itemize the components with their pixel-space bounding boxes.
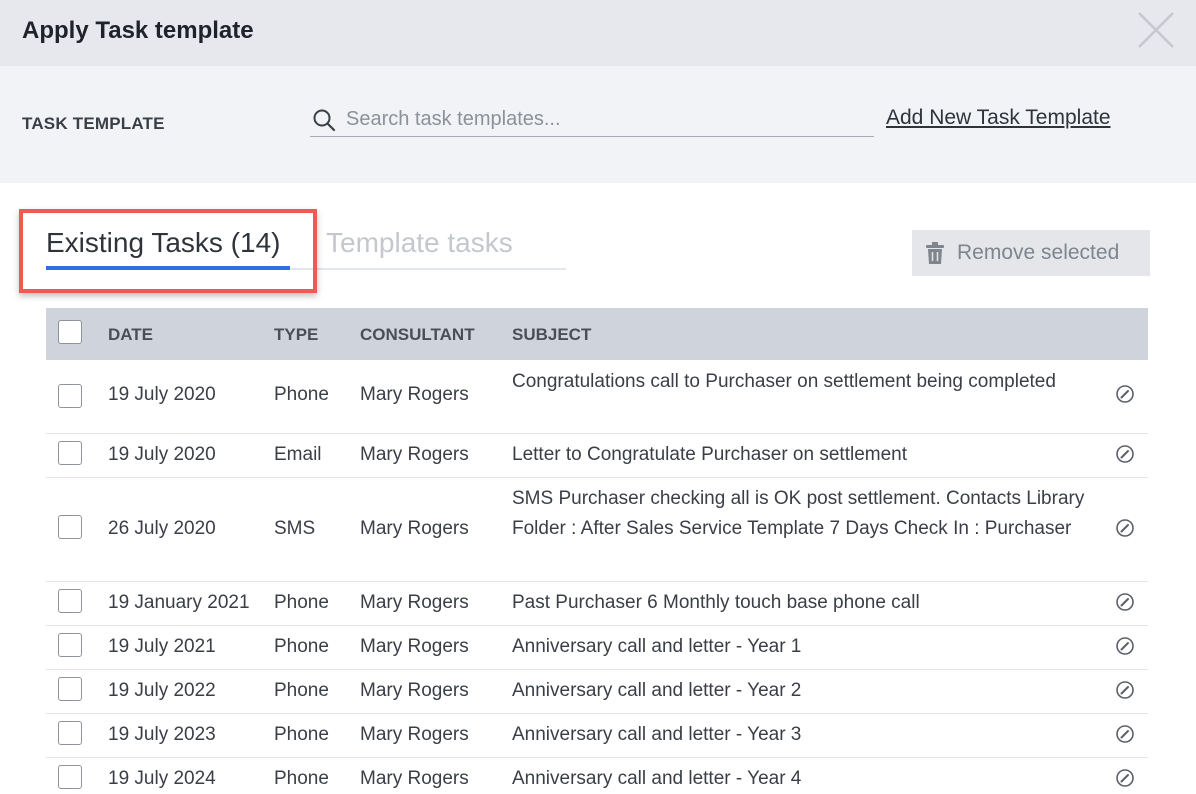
dialog-title: Apply Task template <box>22 17 254 44</box>
select-all-checkbox[interactable] <box>58 320 82 344</box>
row-type: Phone <box>274 592 329 613</box>
row-type: Phone <box>274 680 329 701</box>
edit-icon[interactable] <box>1115 636 1135 656</box>
row-checkbox[interactable] <box>58 515 82 539</box>
row-date: 19 July 2020 <box>108 444 216 465</box>
edit-icon[interactable] <box>1115 680 1135 700</box>
edit-icon[interactable] <box>1115 592 1135 612</box>
table-row: 19 July 2022 Phone Mary Rogers Anniversa… <box>46 670 1148 714</box>
task-template-label: TASK TEMPLATE <box>22 114 165 133</box>
row-consultant: Mary Rogers <box>360 518 469 539</box>
row-consultant: Mary Rogers <box>360 724 469 745</box>
table-row: 26 July 2020 SMS Mary Rogers SMS Purchas… <box>46 478 1148 582</box>
row-type: Phone <box>274 768 329 789</box>
edit-icon[interactable] <box>1115 518 1135 538</box>
column-header-date[interactable]: DATE <box>108 325 153 345</box>
row-subject: Letter to Congratulate Purchaser on sett… <box>512 444 908 465</box>
row-date: 19 July 2020 <box>108 384 216 405</box>
table-row: 19 January 2021 Phone Mary Rogers Past P… <box>46 582 1148 626</box>
edit-icon[interactable] <box>1115 724 1135 744</box>
row-date: 19 January 2021 <box>108 592 250 613</box>
table-row: 19 July 2020 Phone Mary Rogers Congratul… <box>46 360 1148 434</box>
table-row: 19 July 2023 Phone Mary Rogers Anniversa… <box>46 714 1148 758</box>
row-subject: Congratulations call to Purchaser on set… <box>512 371 1056 392</box>
edit-icon[interactable] <box>1115 384 1135 404</box>
dialog-header: Apply Task template <box>0 0 1196 66</box>
search-box[interactable] <box>310 102 874 137</box>
row-checkbox[interactable] <box>58 721 82 745</box>
row-checkbox[interactable] <box>58 384 82 408</box>
edit-icon[interactable] <box>1115 768 1135 788</box>
row-subject: SMS Purchaser checking all is OK post se… <box>512 488 1085 539</box>
table-header: DATE TYPE CONSULTANT SUBJECT <box>46 308 1148 360</box>
column-header-consultant[interactable]: CONSULTANT <box>360 325 475 345</box>
table-row: 19 July 2021 Phone Mary Rogers Anniversa… <box>46 626 1148 670</box>
row-subject: Anniversary call and letter - Year 3 <box>512 724 802 745</box>
row-consultant: Mary Rogers <box>360 680 469 701</box>
task-template-bar: TASK TEMPLATE Add New Task Template <box>0 66 1196 183</box>
row-type: SMS <box>274 518 316 539</box>
row-checkbox[interactable] <box>58 677 82 701</box>
row-type: Phone <box>274 636 329 657</box>
row-subject: Anniversary call and letter - Year 2 <box>512 680 802 701</box>
row-date: 19 July 2024 <box>108 768 216 789</box>
row-subject: Past Purchaser 6 Monthly touch base phon… <box>512 592 920 613</box>
row-subject: Anniversary call and letter - Year 4 <box>512 768 802 789</box>
edit-icon[interactable] <box>1115 444 1135 464</box>
trash-icon <box>926 242 944 264</box>
add-new-task-template-link[interactable]: Add New Task Template <box>886 106 1111 130</box>
tab-divider <box>290 268 566 270</box>
row-date: 19 July 2021 <box>108 636 216 657</box>
row-date: 19 July 2022 <box>108 680 216 701</box>
row-consultant: Mary Rogers <box>360 444 469 465</box>
row-date: 26 July 2020 <box>108 518 216 539</box>
row-consultant: Mary Rogers <box>360 768 469 789</box>
highlight-box <box>19 209 317 293</box>
row-type: Email <box>274 444 322 465</box>
row-consultant: Mary Rogers <box>360 384 469 405</box>
table-row: 19 July 2020 Email Mary Rogers Letter to… <box>46 434 1148 478</box>
row-type: Phone <box>274 384 329 405</box>
row-type: Phone <box>274 724 329 745</box>
row-date: 19 July 2023 <box>108 724 216 745</box>
row-checkbox[interactable] <box>58 589 82 613</box>
remove-selected-label: Remove selected <box>957 241 1120 264</box>
search-icon <box>313 109 336 132</box>
search-input[interactable] <box>346 105 866 133</box>
table-row: 19 July 2024 Phone Mary Rogers Anniversa… <box>46 758 1148 794</box>
column-header-type[interactable]: TYPE <box>274 325 318 345</box>
tab-template-tasks[interactable]: Template tasks <box>326 227 513 259</box>
row-checkbox[interactable] <box>58 441 82 465</box>
close-icon[interactable] <box>1134 8 1178 52</box>
row-checkbox[interactable] <box>58 633 82 657</box>
column-header-subject[interactable]: SUBJECT <box>512 325 591 345</box>
row-subject: Anniversary call and letter - Year 1 <box>512 636 802 657</box>
row-checkbox[interactable] <box>58 765 82 789</box>
row-consultant: Mary Rogers <box>360 592 469 613</box>
remove-selected-button[interactable]: Remove selected <box>912 230 1150 276</box>
row-consultant: Mary Rogers <box>360 636 469 657</box>
